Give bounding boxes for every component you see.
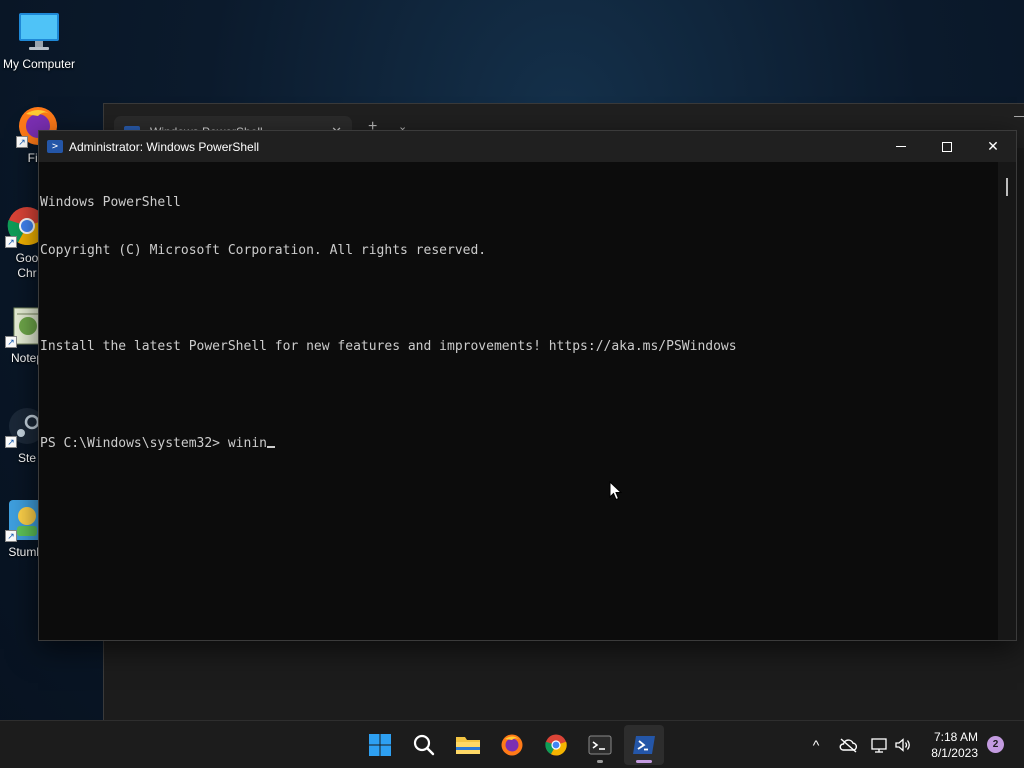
firefox-taskbar-button[interactable]: [492, 725, 532, 765]
monitor-icon: [17, 10, 61, 54]
shortcut-arrow-icon: ↗: [16, 136, 28, 148]
powershell-window[interactable]: > Administrator: Windows PowerShell ✕ Wi…: [38, 130, 1017, 641]
prompt-line[interactable]: PS C:\Windows\system32> winin: [40, 435, 998, 452]
console-line: Copyright (C) Microsoft Corporation. All…: [40, 243, 487, 258]
running-indicator: [597, 760, 603, 763]
console-line: Windows PowerShell: [40, 195, 181, 210]
clock-time: 7:18 AM: [933, 730, 978, 744]
desktop-icon-my-computer[interactable]: My Computer: [0, 10, 79, 71]
taskbar: ^ 7:18 AM 8/1/2023 2: [0, 720, 1024, 768]
cloud-offline-icon: [839, 738, 858, 753]
text-cursor: [266, 435, 275, 448]
maximize-button[interactable]: [924, 131, 970, 162]
vertical-scrollbar[interactable]: [998, 162, 1016, 640]
shortcut-arrow-icon: ↗: [5, 436, 17, 448]
firefox-icon: [501, 734, 523, 756]
start-button[interactable]: [360, 725, 400, 765]
terminal-taskbar-button[interactable]: [580, 725, 620, 765]
terminal-icon: [588, 735, 612, 755]
clock-date: 8/1/2023: [931, 746, 978, 760]
mouse-pointer-icon: [609, 481, 623, 501]
maximize-icon: [942, 141, 952, 152]
scrollbar-thumb[interactable]: [1006, 178, 1008, 196]
shortcut-arrow-icon: ↗: [5, 530, 17, 542]
console-area[interactable]: Windows PowerShell Copyright (C) Microso…: [39, 162, 1016, 640]
powershell-icon: [633, 736, 655, 754]
minimize-icon: [896, 146, 906, 147]
close-button[interactable]: ✕: [970, 131, 1016, 162]
chrome-taskbar-button[interactable]: [536, 725, 576, 765]
start-icon: [369, 734, 391, 756]
minimize-button[interactable]: [878, 131, 924, 162]
onedrive-tray-button[interactable]: [836, 721, 860, 768]
title-bar[interactable]: > Administrator: Windows PowerShell ✕: [39, 131, 1016, 162]
console-line: Install the latest PowerShell for new fe…: [40, 339, 737, 354]
show-hidden-icons-button[interactable]: ^: [806, 721, 826, 768]
volume-tray-button[interactable]: [892, 721, 914, 768]
console-output[interactable]: Windows PowerShell Copyright (C) Microso…: [39, 162, 998, 640]
network-tray-button[interactable]: [868, 721, 890, 768]
typed-command: winin: [227, 436, 267, 451]
search-icon: [413, 734, 435, 756]
prompt-text: PS C:\Windows\system32>: [40, 436, 228, 451]
desktop-icon-label: My Computer: [2, 57, 76, 71]
clock[interactable]: 7:18 AM 8/1/2023: [931, 729, 978, 761]
notification-badge[interactable]: 2: [987, 736, 1004, 753]
active-indicator: [636, 760, 652, 763]
chrome-icon: [545, 734, 567, 756]
file-explorer-button[interactable]: [448, 725, 488, 765]
search-button[interactable]: [404, 725, 444, 765]
powershell-taskbar-button[interactable]: [624, 725, 664, 765]
file-explorer-icon: [456, 737, 480, 754]
speaker-icon: [895, 738, 910, 752]
window-title: Administrator: Windows PowerShell: [69, 139, 260, 154]
shortcut-arrow-icon: ↗: [5, 236, 17, 248]
powershell-icon: >: [47, 140, 63, 153]
network-icon: [871, 738, 887, 753]
shortcut-arrow-icon: ↗: [5, 336, 17, 348]
minimize-icon[interactable]: [1014, 116, 1024, 117]
